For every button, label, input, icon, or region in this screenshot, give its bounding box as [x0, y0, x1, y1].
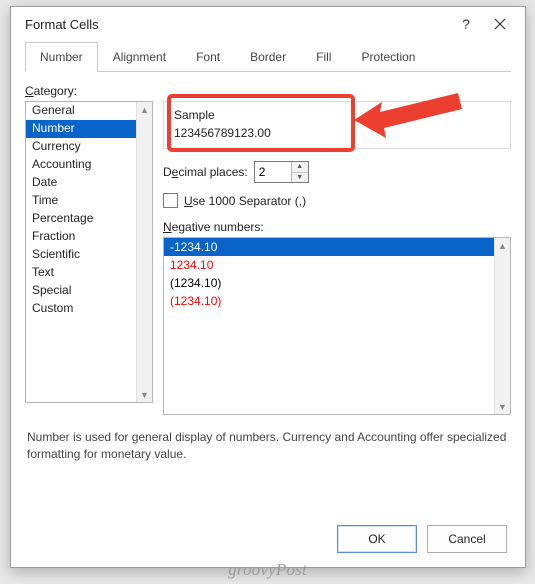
close-icon: [494, 18, 506, 30]
use-1000-separator-checkbox[interactable]: [163, 193, 178, 208]
sample-group: Sample 123456789123.00: [163, 101, 511, 149]
scroll-up-icon[interactable]: ▲: [495, 238, 510, 253]
category-description: Number is used for general display of nu…: [27, 429, 509, 464]
ok-button[interactable]: OK: [337, 525, 417, 553]
category-item[interactable]: Number: [26, 120, 137, 138]
category-item[interactable]: Special: [26, 282, 137, 300]
category-item[interactable]: Percentage: [26, 210, 137, 228]
category-label: Category:: [25, 84, 153, 98]
format-cells-dialog: Format Cells ? Number Alignment Font Bor…: [10, 6, 526, 568]
tab-number[interactable]: Number: [25, 42, 98, 72]
scroll-down-icon[interactable]: ▼: [495, 399, 510, 414]
scroll-up-icon[interactable]: ▲: [137, 102, 152, 117]
category-item[interactable]: Custom: [26, 300, 137, 318]
cancel-button[interactable]: Cancel: [427, 525, 507, 553]
category-item[interactable]: General: [26, 102, 137, 120]
category-item[interactable]: Time: [26, 192, 137, 210]
negative-number-item[interactable]: (1234.10): [164, 274, 495, 292]
negative-numbers-label: Negative numbers:: [163, 220, 511, 234]
spinner-down[interactable]: ▼: [292, 173, 308, 183]
titlebar: Format Cells ?: [11, 7, 525, 41]
decimal-places-input[interactable]: [255, 162, 291, 182]
tab-border[interactable]: Border: [235, 42, 301, 72]
category-item[interactable]: Currency: [26, 138, 137, 156]
decimal-places-label: Decimal places:: [163, 165, 248, 179]
tab-protection[interactable]: Protection: [346, 42, 430, 72]
category-item[interactable]: Text: [26, 264, 137, 282]
dialog-title: Format Cells: [25, 17, 449, 32]
tab-alignment[interactable]: Alignment: [98, 42, 181, 72]
spinner-up[interactable]: ▲: [292, 162, 308, 173]
scrollbar[interactable]: ▲ ▼: [136, 102, 152, 402]
use-1000-separator-label: Use 1000 Separator (,): [184, 194, 306, 208]
close-button[interactable]: [483, 10, 517, 38]
tab-font[interactable]: Font: [181, 42, 235, 72]
scrollbar[interactable]: ▲ ▼: [494, 238, 510, 414]
sample-value: 123456789123.00: [174, 126, 500, 140]
negative-numbers-listbox[interactable]: -1234.101234.10(1234.10)(1234.10) ▲ ▼: [163, 237, 511, 415]
category-item[interactable]: Fraction: [26, 228, 137, 246]
sample-label: Sample: [174, 108, 500, 122]
scroll-down-icon[interactable]: ▼: [137, 387, 152, 402]
help-button[interactable]: ?: [449, 10, 483, 38]
negative-number-item[interactable]: -1234.10: [164, 238, 495, 256]
category-item[interactable]: Scientific: [26, 246, 137, 264]
tabstrip: Number Alignment Font Border Fill Protec…: [25, 41, 511, 72]
negative-number-item[interactable]: (1234.10): [164, 292, 495, 310]
category-listbox[interactable]: GeneralNumberCurrencyAccountingDateTimeP…: [25, 101, 153, 403]
tab-fill[interactable]: Fill: [301, 42, 346, 72]
category-item[interactable]: Accounting: [26, 156, 137, 174]
negative-number-item[interactable]: 1234.10: [164, 256, 495, 274]
category-item[interactable]: Date: [26, 174, 137, 192]
